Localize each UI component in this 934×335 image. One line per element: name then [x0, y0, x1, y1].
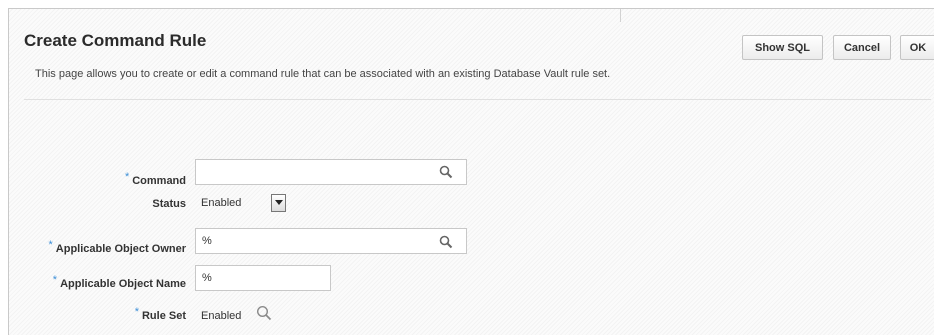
ok-button[interactable]: OK [900, 35, 934, 60]
cancel-button[interactable]: Cancel [833, 35, 891, 60]
command-search-icon[interactable] [439, 165, 453, 179]
status-value: Enabled [201, 196, 242, 209]
page-title: Create Command Rule [24, 31, 207, 50]
object-owner-label-text: Applicable Object Owner [55, 243, 186, 255]
status-label: Status [152, 198, 186, 210]
show-sql-button[interactable]: Show SQL [742, 35, 823, 60]
command-label: * Command [125, 171, 186, 187]
rule-set-search-icon[interactable] [256, 305, 272, 321]
page-container: Create Command Rule This page allows you… [8, 8, 934, 335]
chevron-down-icon[interactable] [271, 193, 286, 212]
page-description: This page allows you to create or edit a… [35, 68, 611, 80]
object-owner-input[interactable]: % [195, 228, 467, 254]
required-marker: * [52, 274, 58, 286]
object-owner-value: % [202, 235, 212, 247]
object-owner-label: * Applicable Object Owner [49, 239, 186, 255]
rule-set-value: Enabled [201, 310, 242, 322]
object-owner-search-icon[interactable] [439, 235, 453, 249]
header-separator [24, 99, 931, 100]
object-name-value: % [202, 272, 212, 284]
required-marker: * [48, 239, 53, 251]
rule-set-label: * Rule Set [135, 306, 186, 322]
object-name-label: * Applicable Object Name [53, 274, 186, 290]
object-name-input[interactable]: % [195, 265, 331, 291]
rule-set-label-text: Rule Set [141, 310, 186, 322]
top-divider [620, 9, 621, 22]
required-marker: * [124, 171, 130, 183]
command-label-text: Command [132, 175, 186, 187]
object-name-label-text: Applicable Object Name [60, 278, 186, 290]
command-input[interactable] [195, 159, 467, 185]
status-select[interactable]: Enabled [195, 190, 288, 215]
required-marker: * [134, 306, 139, 318]
